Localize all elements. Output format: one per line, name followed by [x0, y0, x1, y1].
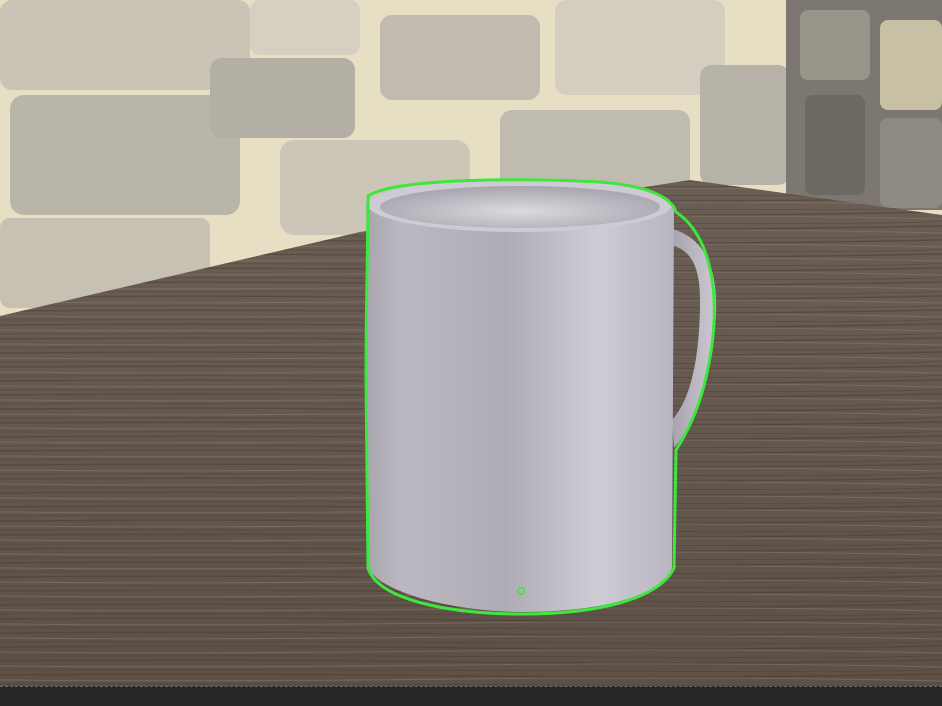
viewport-bottom-bar — [0, 686, 942, 706]
mug-interior — [380, 186, 660, 228]
viewport-scene[interactable] — [0, 0, 942, 706]
mug-body — [366, 205, 674, 612]
mug[interactable] — [366, 178, 717, 612]
3d-viewport[interactable] — [0, 0, 942, 706]
